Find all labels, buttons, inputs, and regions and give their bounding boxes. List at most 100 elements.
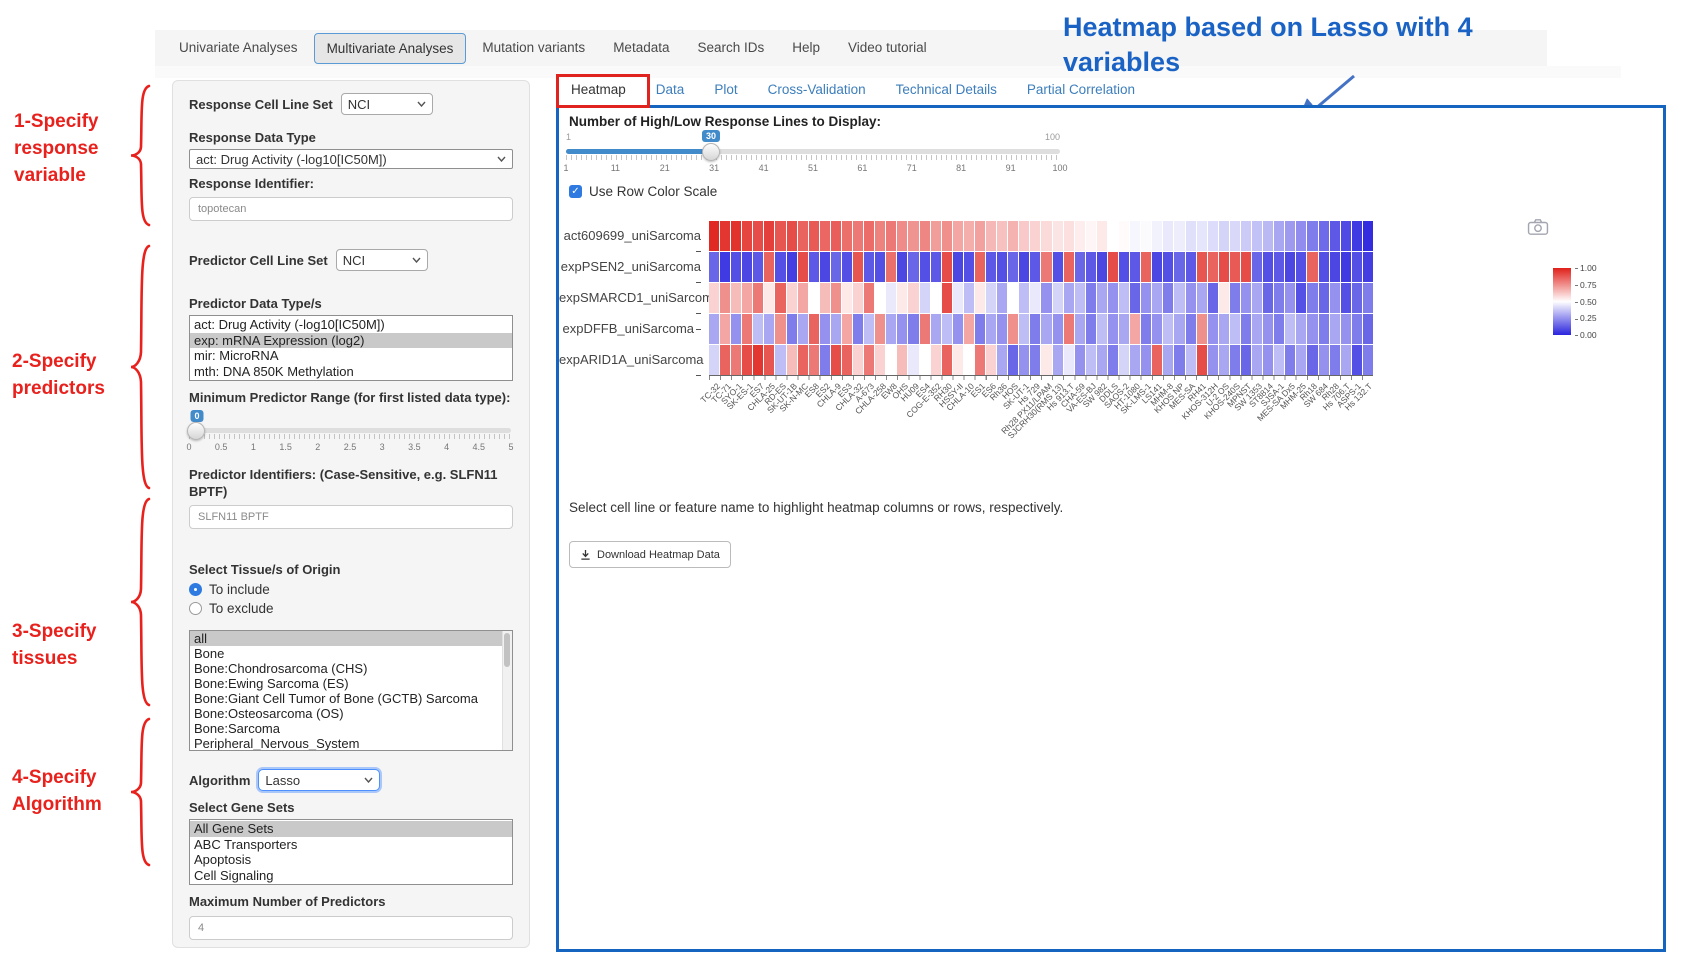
list-item-peripheral-nervous-system[interactable]: Peripheral_Nervous_System — [190, 736, 512, 751]
heatmap-cell — [775, 345, 785, 375]
slider-handle[interactable] — [702, 143, 720, 161]
radio-to-include[interactable]: To include — [189, 582, 513, 597]
predictor-cell-line-set-select[interactable]: NCI — [336, 249, 428, 271]
slider-tick-label: 1 — [251, 442, 256, 452]
scrollbar-thumb[interactable] — [504, 633, 510, 667]
heatmap-cell — [875, 314, 885, 344]
heatmap-cell — [1097, 221, 1107, 251]
nav-tab-mutation-variants[interactable]: Mutation variants — [470, 33, 597, 64]
predictor-data-types-list[interactable]: act: Drug Activity (-log10[IC50M])exp: m… — [189, 315, 513, 381]
heatmap-cell — [931, 283, 941, 313]
heatmap-cell — [886, 221, 896, 251]
heatmap-cell — [931, 345, 941, 375]
slider-grid-ticks — [566, 155, 1060, 160]
response-data-type-select[interactable]: act: Drug Activity (-log10[IC50M]) — [189, 149, 513, 169]
list-item-mth-dna-850k-methylation[interactable]: mth: DNA 850K Methylation — [190, 364, 512, 380]
heatmap-cell — [753, 221, 763, 251]
list-item-bone-giant-cell-tumor-of-bone-gctb-sarcoma[interactable]: Bone:Giant Cell Tumor of Bone (GCTB) Sar… — [190, 691, 512, 706]
algorithm-select[interactable]: Lasso — [258, 769, 380, 791]
heatmap-cell — [1130, 314, 1140, 344]
tab-partial-correlation[interactable]: Partial Correlation — [1027, 82, 1135, 97]
lines-slider-label: Number of High/Low Response Lines to Dis… — [569, 114, 881, 129]
heatmap-cell — [775, 252, 785, 282]
heatmap-cell — [820, 314, 830, 344]
heatmap-cell — [1108, 314, 1118, 344]
heatmap-cell — [1197, 252, 1207, 282]
response-identifier-input[interactable] — [189, 197, 513, 221]
tissue-list[interactable]: allBoneBone:Chondrosarcoma (CHS)Bone:Ewi… — [189, 630, 513, 751]
chevron-down-icon — [417, 101, 426, 107]
list-item-cell-signaling[interactable]: Cell Signaling — [190, 868, 512, 884]
slider-tick-label: 2.5 — [344, 442, 357, 452]
heatmap-cell — [1274, 283, 1284, 313]
slider-tick-label: 3 — [380, 442, 385, 452]
nav-tab-video-tutorial[interactable]: Video tutorial — [836, 33, 939, 64]
heatmap-cell — [1307, 252, 1317, 282]
radio-to-exclude[interactable]: To exclude — [189, 601, 513, 616]
list-item-abc-transporters[interactable]: ABC Transporters — [190, 837, 512, 853]
heatmap-cell — [1219, 314, 1229, 344]
heatmap-cell — [875, 221, 885, 251]
nav-tab-help[interactable]: Help — [780, 33, 832, 64]
list-item-mir-microrna[interactable]: mir: MicroRNA — [190, 348, 512, 364]
slider-track[interactable] — [189, 428, 511, 433]
slider-tick-label: 1 — [563, 163, 568, 173]
heatmap-cell — [1097, 314, 1107, 344]
nav-tab-univariate-analyses[interactable]: Univariate Analyses — [167, 33, 310, 64]
heatmap-cell — [920, 345, 930, 375]
list-item-all-gene-sets[interactable]: All Gene Sets — [190, 821, 512, 837]
gene-sets-label: Select Gene Sets — [189, 799, 513, 816]
list-item-bone-ewing-sarcoma-es[interactable]: Bone:Ewing Sarcoma (ES) — [190, 676, 512, 691]
chevron-down-icon — [497, 156, 506, 162]
camera-icon[interactable] — [1527, 218, 1549, 236]
slider-handle[interactable] — [187, 422, 205, 440]
list-item-apoptosis[interactable]: Apoptosis — [190, 852, 512, 868]
list-item-exp-mrna-expression-log2[interactable]: exp: mRNA Expression (log2) — [190, 333, 512, 349]
heatmap-cell — [1252, 252, 1262, 282]
response-identifier-label: Response Identifier: — [189, 175, 513, 192]
heatmap-row-label-act609699-unisarcoma[interactable]: act609699_uniSarcoma — [559, 228, 701, 258]
heatmap-cell — [742, 314, 752, 344]
scrollbar[interactable] — [502, 631, 512, 750]
list-item-all[interactable]: all — [190, 631, 512, 646]
nav-tab-metadata[interactable]: Metadata — [601, 33, 681, 64]
slider-value-badge: 0 — [190, 410, 203, 422]
annotation-step-1: 1-Specifyresponsevariable — [14, 108, 132, 189]
heatmap-cell — [1041, 345, 1051, 375]
max-predictors-input[interactable] — [189, 916, 513, 940]
slider-tick-label: 5 — [508, 442, 513, 452]
nav-tab-search-ids[interactable]: Search IDs — [685, 33, 776, 64]
tab-heatmap[interactable]: Heatmap — [571, 82, 626, 97]
heatmap-row-label-exparid1a-unisarcoma[interactable]: expARID1A_uniSarcoma — [559, 352, 701, 382]
download-heatmap-data-button[interactable]: Download Heatmap Data — [569, 541, 731, 568]
heatmap-cell — [1119, 252, 1129, 282]
response-cell-line-set-select[interactable]: NCI — [341, 93, 433, 115]
heatmap-cell — [1263, 221, 1273, 251]
gene-sets-list[interactable]: All Gene SetsABC TransportersApoptosisCe… — [189, 819, 513, 885]
list-item-bone-osteosarcoma-os[interactable]: Bone:Osteosarcoma (OS) — [190, 706, 512, 721]
tab-cross-validation[interactable]: Cross-Validation — [768, 82, 866, 97]
heatmap-cell — [709, 345, 719, 375]
list-item-bone[interactable]: Bone — [190, 646, 512, 661]
predictor-identifiers-input[interactable] — [189, 505, 513, 529]
slider-tick-label: 4.5 — [473, 442, 486, 452]
heatmap-cell — [1075, 283, 1085, 313]
list-item-act-drug-activity-log10-ic50m[interactable]: act: Drug Activity (-log10[IC50M]) — [190, 317, 512, 333]
tab-plot[interactable]: Plot — [714, 82, 737, 97]
heatmap-cell — [1152, 252, 1162, 282]
heatmap-row-label-expdffb-unisarcoma[interactable]: expDFFB_uniSarcoma — [559, 321, 701, 336]
tab-technical-details[interactable]: Technical Details — [896, 82, 997, 97]
nav-tab-multivariate-analyses[interactable]: Multivariate Analyses — [314, 33, 467, 64]
heatmap-row-label-expsmarcd1-unisarcoma[interactable]: expSMARCD1_uniSarcoma — [559, 290, 701, 320]
list-item-bone-sarcoma[interactable]: Bone:Sarcoma — [190, 721, 512, 736]
heatmap-cell — [975, 221, 985, 251]
heatmap-row-label-exppsen2-unisarcoma[interactable]: expPSEN2_uniSarcoma — [559, 259, 701, 289]
heatmap-cell — [720, 345, 730, 375]
heatmap-cell — [1274, 314, 1284, 344]
slider-value-badge: 30 — [702, 130, 720, 142]
tab-data[interactable]: Data — [656, 82, 685, 97]
heatmap-cell — [842, 345, 852, 375]
heatmap-cell — [1230, 345, 1240, 375]
row-color-scale-checkbox[interactable]: ✓ — [569, 185, 582, 198]
list-item-bone-chondrosarcoma-chs[interactable]: Bone:Chondrosarcoma (CHS) — [190, 661, 512, 676]
